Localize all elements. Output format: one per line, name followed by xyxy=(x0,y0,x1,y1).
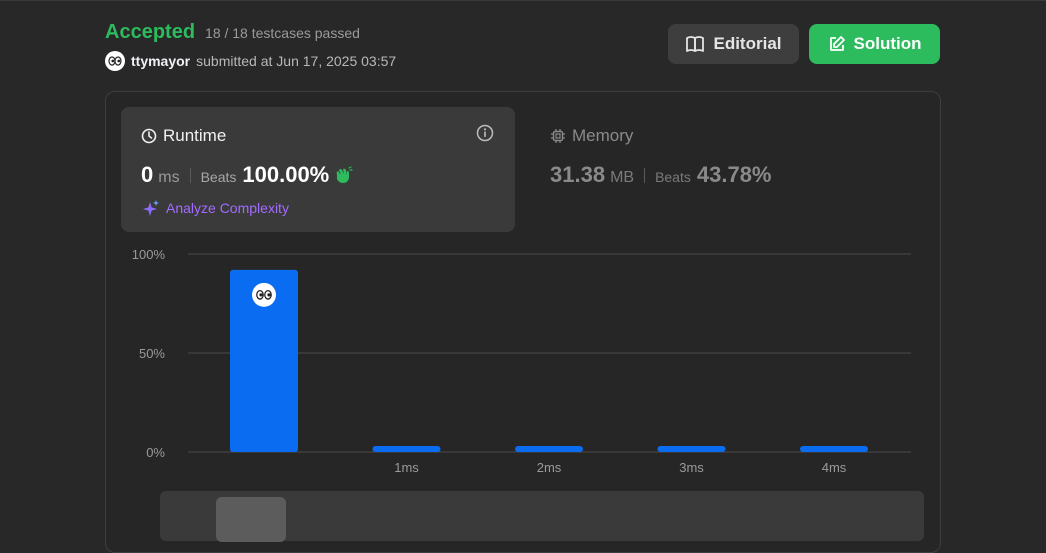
x-tick-label: 2ms xyxy=(537,460,562,475)
x-tick-label: 3ms xyxy=(679,460,704,475)
x-tick-label: 4ms xyxy=(822,460,847,475)
runtime-bar[interactable] xyxy=(800,446,868,452)
runtime-distribution-chart: 100% 50% 0% 1ms 2ms 3ms 4ms xyxy=(132,247,911,475)
y-tick-label: 100% xyxy=(132,247,166,262)
y-tick-label: 50% xyxy=(139,346,165,361)
runtime-bar[interactable] xyxy=(657,446,726,452)
x-tick-label: 1ms xyxy=(394,460,419,475)
y-tick-label: 0% xyxy=(146,445,165,460)
user-avatar-marker xyxy=(252,282,276,307)
runtime-bar[interactable] xyxy=(515,446,583,452)
runtime-bar[interactable] xyxy=(372,446,441,452)
preview-thumbnail[interactable] xyxy=(216,497,286,542)
